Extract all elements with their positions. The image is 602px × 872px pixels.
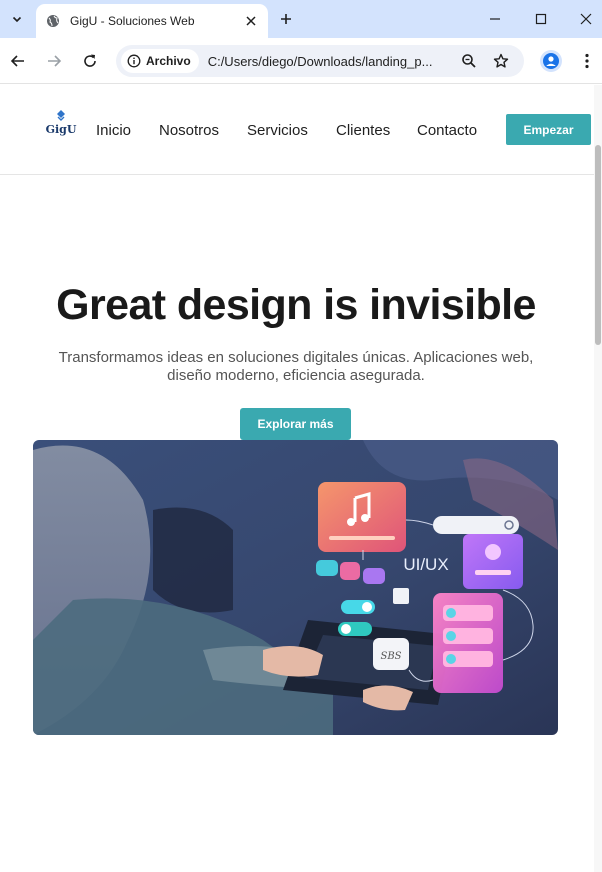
explorar-mas-button[interactable]: Explorar más	[240, 408, 351, 440]
page-viewport: GigU Inicio Nosotros Servicios Clientes …	[0, 85, 602, 872]
more-vert-icon	[585, 53, 589, 69]
hero-title: Great design is invisible	[56, 281, 536, 329]
maximize-button[interactable]	[531, 9, 551, 29]
zoom-icon[interactable]	[460, 52, 478, 70]
logo-mark-icon	[57, 110, 65, 121]
uiux-label: UI/UX	[403, 555, 448, 574]
new-tab-button[interactable]	[276, 9, 296, 29]
back-button[interactable]	[8, 51, 28, 71]
plus-icon	[281, 14, 291, 24]
browser-tab[interactable]: GigU - Soluciones Web	[36, 4, 268, 38]
browser-toolbar: Archivo C:/Users/diego/Downloads/landing…	[0, 38, 602, 84]
url-text[interactable]: C:/Users/diego/Downloads/landing_p...	[208, 54, 454, 69]
site-logo[interactable]: GigU	[44, 109, 78, 139]
minimize-icon	[490, 18, 500, 20]
arrow-left-icon	[10, 55, 24, 67]
hero-subtitle: Transformamos ideas en soluciones digita…	[58, 349, 534, 384]
close-icon	[246, 16, 256, 26]
minimize-button[interactable]	[485, 9, 505, 29]
tab-search-button[interactable]	[6, 8, 28, 30]
globe-icon	[46, 14, 60, 28]
browser-menu-button[interactable]	[578, 51, 596, 71]
arrow-right-icon	[48, 55, 62, 67]
site-header: GigU Inicio Nosotros Servicios Clientes …	[0, 85, 602, 175]
chevron-down-icon	[12, 16, 22, 23]
security-chip-label: Archivo	[146, 54, 191, 68]
logo-text: GigU	[45, 123, 77, 136]
sbs-label: SBS	[380, 651, 401, 662]
forward-button[interactable]	[44, 51, 64, 71]
profile-button[interactable]	[540, 50, 562, 72]
tab-strip: GigU - Soluciones Web	[0, 0, 602, 38]
close-tab-button[interactable]	[242, 12, 260, 30]
star-icon[interactable]	[492, 52, 510, 70]
info-icon	[127, 54, 141, 68]
security-chip[interactable]: Archivo	[121, 49, 199, 73]
reload-button[interactable]	[80, 51, 100, 71]
address-bar[interactable]: Archivo C:/Users/diego/Downloads/landing…	[116, 45, 524, 77]
scrollbar-thumb[interactable]	[595, 145, 601, 345]
reload-icon	[84, 54, 96, 67]
close-window-button[interactable]	[576, 9, 596, 29]
empezar-button[interactable]: Empezar	[506, 114, 591, 145]
nav-link-servicios[interactable]: Servicios	[247, 122, 308, 139]
hero-illustration: SBS UI/UX	[33, 440, 558, 735]
close-icon	[580, 13, 592, 25]
hero-image: SBS UI/UX	[33, 440, 558, 735]
nav-link-inicio[interactable]: Inicio	[96, 122, 131, 139]
person-icon	[543, 53, 559, 69]
maximize-icon	[535, 13, 547, 25]
tab-title: GigU - Soluciones Web	[70, 14, 195, 28]
nav-link-contacto[interactable]: Contacto	[417, 122, 477, 139]
nav-link-nosotros[interactable]: Nosotros	[159, 122, 219, 139]
page-scrollbar[interactable]	[594, 85, 602, 872]
nav-link-clientes[interactable]: Clientes	[336, 122, 390, 139]
